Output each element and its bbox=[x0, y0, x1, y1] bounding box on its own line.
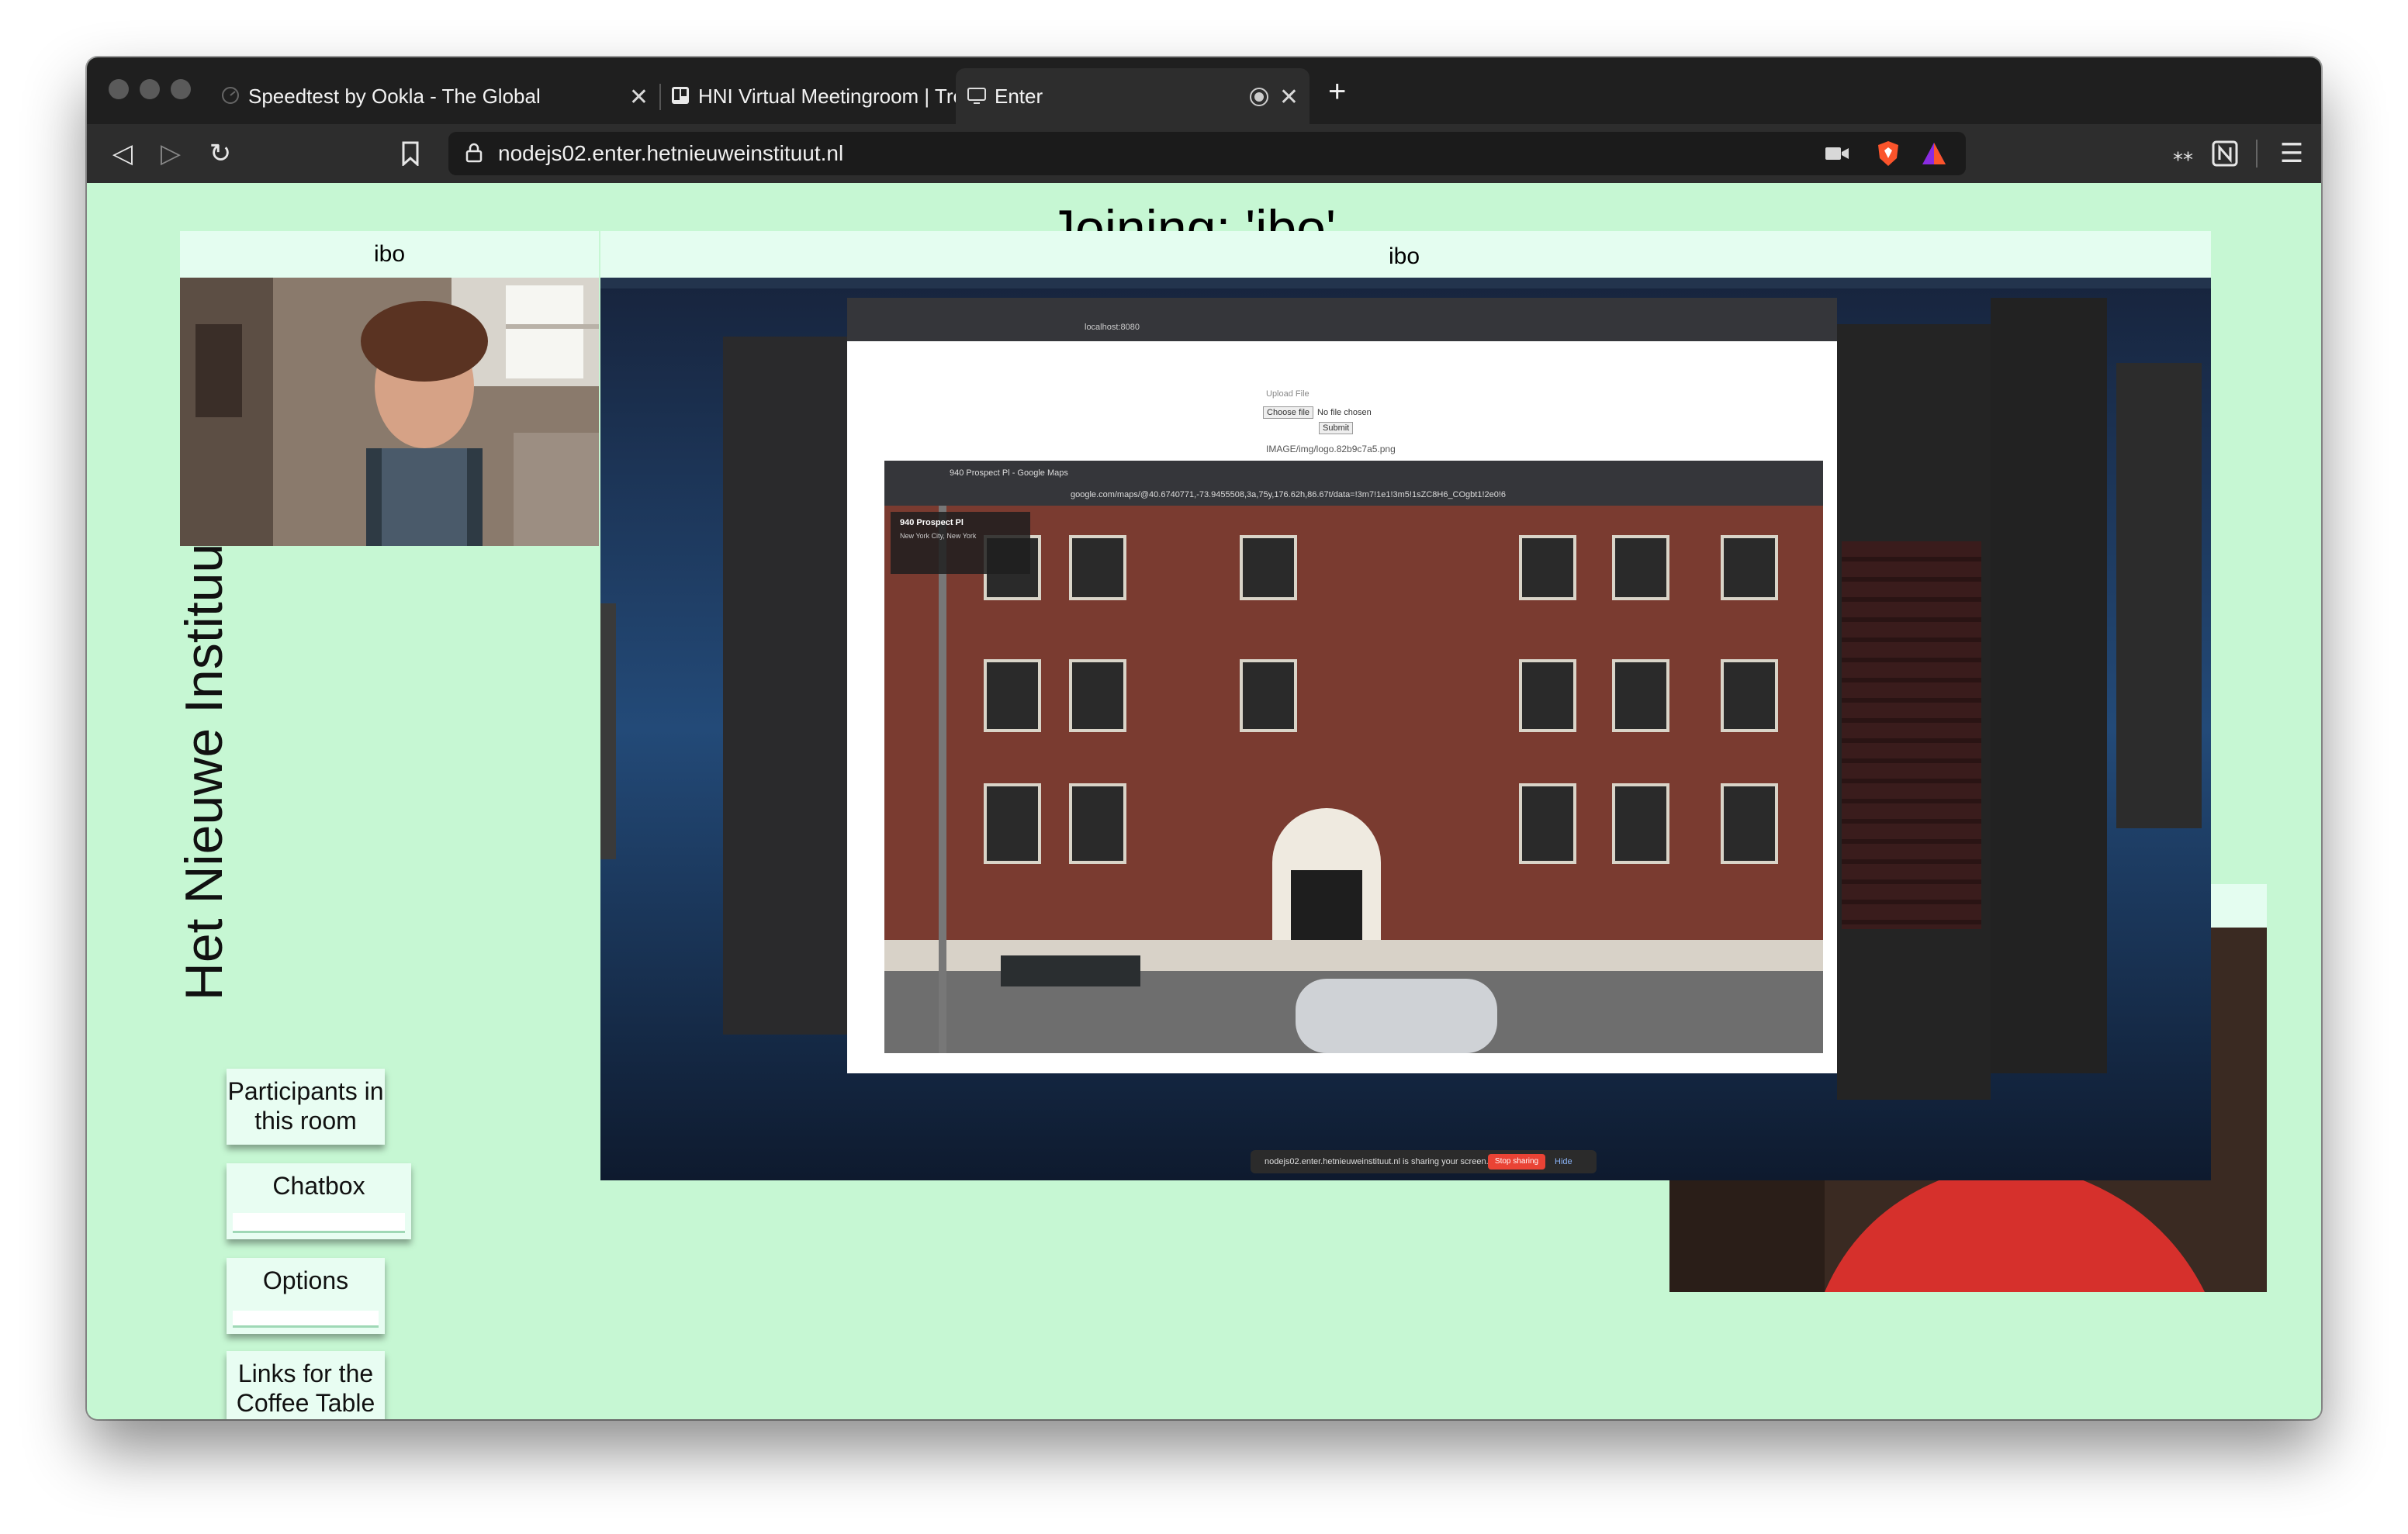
chatbox-input-area[interactable] bbox=[233, 1213, 405, 1233]
links-button[interactable]: Links for the Coffee Table bbox=[227, 1351, 385, 1419]
minimize-window-button[interactable] bbox=[140, 79, 160, 99]
tab-strip: Speedtest by Ookla - The Global ✕ HNI Vi… bbox=[87, 57, 2321, 124]
browser-toolbar: ◁ ▷ ↻ nodejs02.enter.hetnieuweinstituut.… bbox=[87, 124, 2321, 183]
chatbox-label: Chatbox bbox=[272, 1172, 365, 1200]
timers-window bbox=[2116, 363, 2202, 828]
menu-icon[interactable]: ☰ bbox=[2271, 133, 2312, 174]
chatbox-button[interactable]: Chatbox bbox=[227, 1163, 411, 1239]
url-text: nodejs02.enter.hetnieuweinstituut.nl bbox=[498, 141, 844, 165]
options-label: Options bbox=[262, 1266, 349, 1294]
devtools-panel bbox=[1837, 324, 1991, 1100]
uploader-tabstrip bbox=[847, 298, 1837, 341]
zoom-window-button[interactable] bbox=[171, 79, 191, 99]
tab-label: Speedtest by Ookla - The Global bbox=[248, 84, 541, 108]
participant-video-ibo[interactable] bbox=[180, 278, 599, 546]
brand-title: Het Nieuwe Instituut bbox=[175, 528, 234, 1001]
shared-screen-header: ibo bbox=[600, 231, 2211, 278]
submit-button[interactable]: Submit bbox=[1319, 422, 1354, 434]
no-file-text: No file chosen bbox=[1317, 408, 1372, 417]
speedtest-favicon-icon bbox=[222, 87, 239, 104]
back-icon[interactable]: ◁ bbox=[102, 133, 143, 174]
close-tab-icon[interactable]: ✕ bbox=[1279, 84, 1299, 111]
brave-shield-icon[interactable] bbox=[1876, 140, 1901, 168]
screen-share-bar: nodejs02.enter.hetnieuweinstituut.nl is … bbox=[1251, 1150, 1597, 1173]
maps-tabstrip: 940 Prospect Pl - Google Maps google.com… bbox=[884, 461, 1823, 506]
maps-url: google.com/maps/@40.6740771,-73.9455508,… bbox=[1071, 490, 1507, 499]
share-status-text: nodejs02.enter.hetnieuweinstituut.nl is … bbox=[1265, 1157, 1489, 1166]
notion-icon[interactable] bbox=[2211, 140, 2239, 168]
shared-screen[interactable]: Upload File Choose file No file chosen S… bbox=[600, 278, 2211, 1180]
maps-browser: 940 Prospect Pl - Google Maps google.com… bbox=[884, 461, 1823, 1053]
participant-name: ibo bbox=[1389, 244, 1420, 269]
address-bar[interactable]: nodejs02.enter.hetnieuweinstituut.nl bbox=[448, 132, 1966, 175]
image-path-text: IMAGE/img/logo.82b9c7a5.png bbox=[1266, 444, 1396, 454]
bookmark-icon[interactable] bbox=[400, 141, 420, 166]
rewards-icon[interactable] bbox=[1921, 141, 1947, 166]
terminal-window bbox=[1991, 298, 2107, 1073]
street-view-image bbox=[884, 506, 1823, 1053]
console-errors bbox=[1842, 541, 1981, 929]
participants-button[interactable]: Participants in this room bbox=[227, 1069, 385, 1145]
recording-indicator-icon bbox=[1250, 88, 1268, 106]
stop-sharing-button[interactable]: Stop sharing bbox=[1488, 1154, 1545, 1170]
trello-favicon-icon bbox=[672, 87, 689, 104]
participant-name: ibo bbox=[180, 231, 599, 278]
options-panel bbox=[233, 1311, 379, 1328]
choose-file-button[interactable]: Choose file bbox=[1263, 406, 1314, 419]
extensions-icon[interactable]: ⁎⁎ bbox=[2163, 133, 2203, 174]
tab-enter[interactable]: Enter ✕ bbox=[956, 68, 1310, 124]
hide-share-bar-button[interactable]: Hide bbox=[1555, 1150, 1572, 1173]
tab-speedtest[interactable]: Speedtest by Ookla - The Global ✕ bbox=[209, 68, 659, 124]
webcam-feed-image bbox=[180, 278, 599, 546]
browser-window: Speedtest by Ookla - The Global ✕ HNI Vi… bbox=[87, 57, 2321, 1419]
camera-icon[interactable] bbox=[1825, 144, 1849, 163]
new-tab-button[interactable]: + bbox=[1328, 74, 1346, 109]
forward-icon[interactable]: ▷ bbox=[150, 133, 191, 174]
localhost-url: localhost:8080 bbox=[1085, 323, 1140, 332]
options-button[interactable]: Options bbox=[227, 1258, 385, 1334]
close-tab-icon[interactable]: ✕ bbox=[629, 84, 649, 111]
lock-icon bbox=[465, 143, 483, 163]
maps-tab-label: 940 Prospect Pl - Google Maps bbox=[950, 468, 1068, 478]
toolbar-divider bbox=[2256, 140, 2258, 168]
place-subtitle: New York City, New York bbox=[900, 532, 977, 540]
tab-label: HNI Virtual Meetingroom | Trello bbox=[698, 84, 984, 108]
tab-label: Enter bbox=[995, 84, 1043, 108]
monitor-favicon-icon bbox=[967, 88, 986, 104]
upload-title: Upload File bbox=[1266, 389, 1310, 399]
mail-sidebar bbox=[723, 337, 847, 1035]
place-name: 940 Prospect Pl bbox=[900, 518, 964, 527]
close-window-button[interactable] bbox=[109, 79, 129, 99]
meeting-page: Het Nieuwe Instituut ibo Joining: 'ibo' bbox=[87, 183, 2321, 1419]
reload-icon[interactable]: ↻ bbox=[200, 133, 240, 174]
maps-place-card[interactable]: 940 Prospect Pl New York City, New York bbox=[891, 512, 1030, 574]
